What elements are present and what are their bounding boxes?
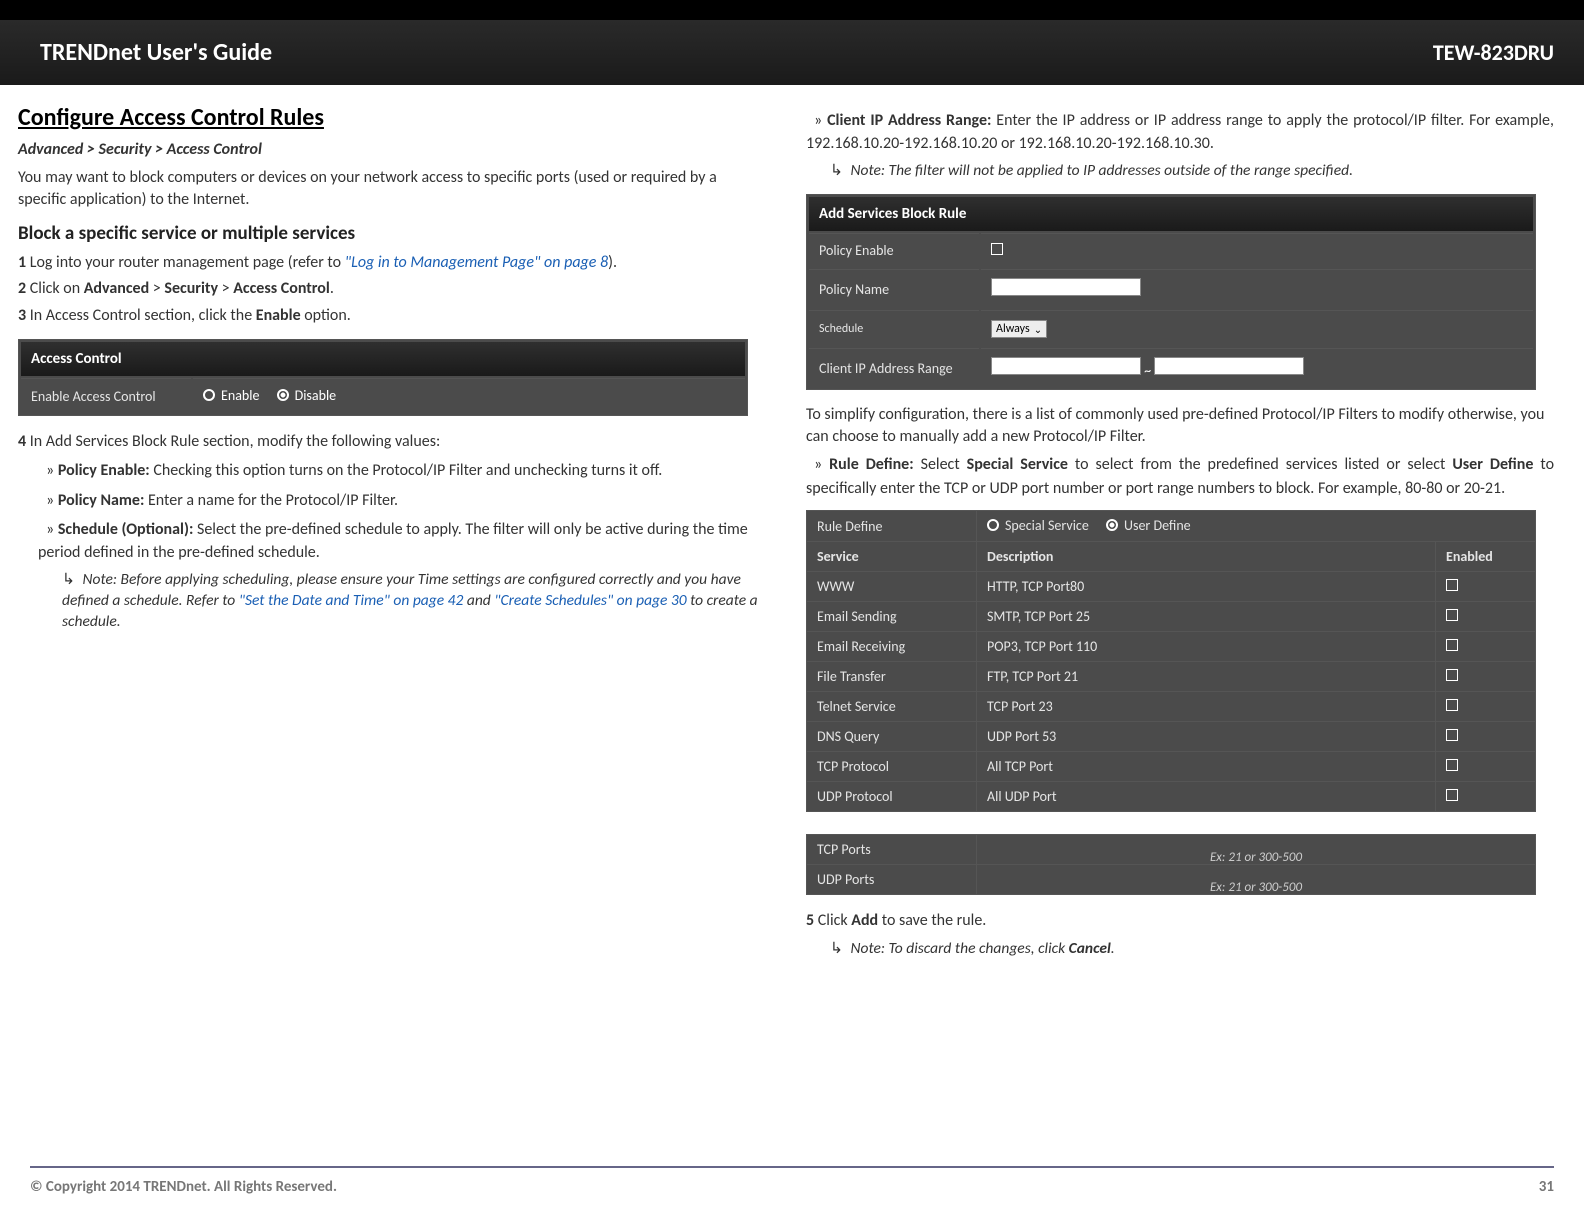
tcp-ports-input[interactable]: Ex: 21 or 300-500 xyxy=(977,835,1536,865)
step-4: 4 In Add Services Block Rule section, mo… xyxy=(18,430,766,453)
radio-dot-icon xyxy=(277,389,289,401)
service-name: UDP Protocol xyxy=(807,782,977,812)
page-footer: © Copyright 2014 TRENDnet. All Rights Re… xyxy=(0,1166,1584,1196)
radio-dot-icon xyxy=(1106,519,1118,531)
rule-define-block: » Rule Define: Select Special Service to… xyxy=(806,453,1554,499)
service-name: Email Receiving xyxy=(807,632,977,662)
table-row: DNS QueryUDP Port 53 xyxy=(807,722,1536,752)
service-name: File Transfer xyxy=(807,662,977,692)
step-1: 1 Log into your router management page (… xyxy=(18,251,766,274)
section-heading: Configure Access Control Rules xyxy=(18,103,766,132)
service-description: UDP Port 53 xyxy=(977,722,1436,752)
policy-enable-checkbox[interactable] xyxy=(981,233,1533,267)
page-number: 31 xyxy=(1539,1178,1554,1196)
chevron-down-icon: ⌄ xyxy=(1034,323,1042,336)
step-4-block: 4 In Add Services Block Rule section, mo… xyxy=(18,430,766,633)
note-arrow-icon: ↳ xyxy=(830,939,843,958)
policy-name-input[interactable] xyxy=(991,278,1141,296)
service-name: Email Sending xyxy=(807,602,977,632)
service-description: All UDP Port xyxy=(977,782,1436,812)
service-description: POP3, TCP Port 110 xyxy=(977,632,1436,662)
footer-divider xyxy=(30,1166,1554,1168)
model-number: TEW-823DRU xyxy=(1433,39,1554,66)
service-enabled-checkbox[interactable] xyxy=(1446,579,1458,591)
service-description: TCP Port 23 xyxy=(977,692,1436,722)
service-name: Telnet Service xyxy=(807,692,977,722)
service-description: HTTP, TCP Port80 xyxy=(977,572,1436,602)
table-row: WWWHTTP, TCP Port80 xyxy=(807,572,1536,602)
service-enabled-checkbox[interactable] xyxy=(1446,729,1458,741)
breadcrumb: Advanced > Security > Access Control xyxy=(18,140,766,159)
rule-define-item: » Rule Define: Select Special Service to… xyxy=(806,453,1554,499)
radio-dot-icon xyxy=(987,519,999,531)
date-time-link[interactable]: "Set the Date and Time" on page 42 xyxy=(239,591,464,610)
login-page-link[interactable]: "Log in to Management Page" on page 8 xyxy=(345,253,608,272)
checkbox-icon xyxy=(991,243,1003,255)
panel-header: Access Control xyxy=(21,342,745,376)
table-row: Email SendingSMTP, TCP Port 25 xyxy=(807,602,1536,632)
radio-dot-icon xyxy=(203,389,215,401)
service-description: SMTP, TCP Port 25 xyxy=(977,602,1436,632)
policy-enable-item: » Policy Enable: Checking this option tu… xyxy=(38,459,766,482)
page-content: Configure Access Control Rules Advanced … xyxy=(0,85,1584,971)
simplify-text: To simplify configuration, there is a li… xyxy=(806,404,1554,447)
enable-radio[interactable]: Enable xyxy=(203,387,259,404)
add-services-block-panel: Add Services Block Rule Policy Enable Po… xyxy=(806,194,1536,390)
panel-header: Add Services Block Rule xyxy=(809,197,1533,231)
service-enabled-checkbox[interactable] xyxy=(1446,789,1458,801)
ip-range-end-input[interactable] xyxy=(1154,357,1304,375)
table-row: UDP ProtocolAll UDP Port xyxy=(807,782,1536,812)
user-define-radio[interactable]: User Define xyxy=(1106,517,1191,534)
service-description: All TCP Port xyxy=(977,752,1436,782)
service-enabled-checkbox[interactable] xyxy=(1446,609,1458,621)
create-schedules-link[interactable]: "Create Schedules" on page 30 xyxy=(494,591,686,610)
service-name: DNS Query xyxy=(807,722,977,752)
subsection-heading: Block a specific service or multiple ser… xyxy=(18,222,766,245)
enable-label: Enable Access Control xyxy=(21,378,191,414)
ip-range-start-input[interactable] xyxy=(991,357,1141,375)
service-name: TCP Protocol xyxy=(807,752,977,782)
client-ip-block: » Client IP Address Range: Enter the IP … xyxy=(806,109,1554,182)
rule-define-radios: Special Service User Define xyxy=(977,510,1536,542)
step-2: 2 Click on Advanced > Security > Access … xyxy=(18,277,766,300)
copyright-text: © Copyright 2014 TRENDnet. All Rights Re… xyxy=(30,1178,337,1196)
step-3: 3 In Access Control section, click the E… xyxy=(18,304,766,327)
client-ip-item: » Client IP Address Range: Enter the IP … xyxy=(806,109,1554,155)
services-table: Rule Define Special Service User Define … xyxy=(806,510,1536,813)
intro-text: You may want to block computers or devic… xyxy=(18,167,766,210)
table-row: File TransferFTP, TCP Port 21 xyxy=(807,662,1536,692)
note-arrow-icon: ↳ xyxy=(62,570,75,589)
table-row: Email ReceivingPOP3, TCP Port 110 xyxy=(807,632,1536,662)
service-description: FTP, TCP Port 21 xyxy=(977,662,1436,692)
access-control-panel: Access Control Enable Access Control Ena… xyxy=(18,339,748,417)
service-name: WWW xyxy=(807,572,977,602)
page-header: TRENDnet User's Guide TEW-823DRU xyxy=(0,0,1584,85)
service-enabled-checkbox[interactable] xyxy=(1446,639,1458,651)
service-enabled-checkbox[interactable] xyxy=(1446,699,1458,711)
step-5: 5 Click Add to save the rule. xyxy=(806,909,1554,932)
ip-range-note: ↳ Note: The filter will not be applied t… xyxy=(830,161,1554,182)
step-5-block: 5 Click Add to save the rule. ↳ Note: To… xyxy=(806,909,1554,959)
special-service-radio[interactable]: Special Service xyxy=(987,517,1089,534)
service-enabled-checkbox[interactable] xyxy=(1446,759,1458,771)
enable-controls: Enable Disable xyxy=(193,378,745,414)
table-row: TCP ProtocolAll TCP Port xyxy=(807,752,1536,782)
ports-table: TCP PortsEx: 21 or 300-500 UDP PortsEx: … xyxy=(806,834,1536,895)
table-row: Telnet ServiceTCP Port 23 xyxy=(807,692,1536,722)
schedule-item: » Schedule (Optional): Select the pre-de… xyxy=(38,518,766,564)
note-arrow-icon: ↳ xyxy=(830,161,843,180)
disable-radio[interactable]: Disable xyxy=(277,387,337,404)
schedule-note: ↳ Note: Before applying scheduling, plea… xyxy=(62,570,766,633)
cancel-note: ↳ Note: To discard the changes, click Ca… xyxy=(830,939,1554,960)
schedule-select[interactable]: Always⌄ xyxy=(991,320,1047,338)
steps-list: 1 Log into your router management page (… xyxy=(18,251,766,327)
guide-title: TRENDnet User's Guide xyxy=(40,38,272,67)
service-enabled-checkbox[interactable] xyxy=(1446,669,1458,681)
left-column: Configure Access Control Rules Advanced … xyxy=(18,103,766,971)
udp-ports-input[interactable]: Ex: 21 or 300-500 xyxy=(977,865,1536,895)
right-column: » Client IP Address Range: Enter the IP … xyxy=(806,103,1554,971)
policy-name-item: » Policy Name: Enter a name for the Prot… xyxy=(38,489,766,512)
